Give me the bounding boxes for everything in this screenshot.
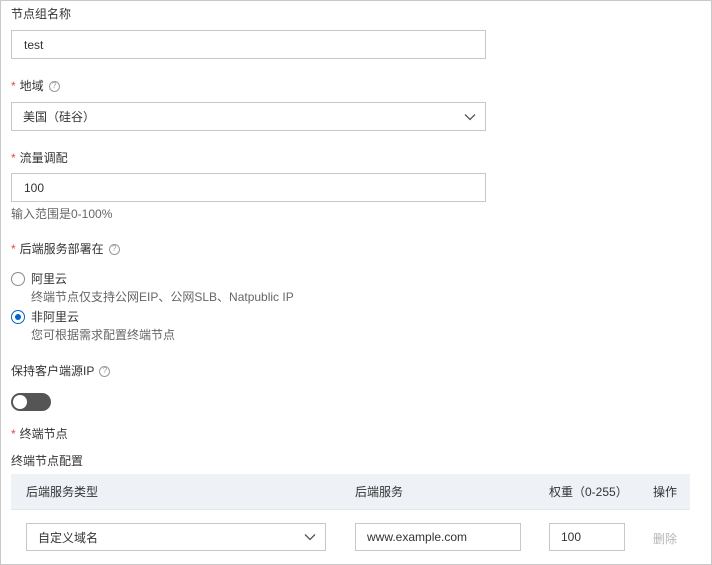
traffic-input[interactable] bbox=[11, 173, 486, 202]
backend-type-value: 自定义域名 bbox=[38, 530, 99, 545]
help-icon[interactable]: ? bbox=[108, 243, 120, 255]
endpoint-table-header: 后端服务类型 后端服务 权重（0-255） 操作 bbox=[11, 474, 690, 509]
endpoint-config-label: 终端节点配置 bbox=[11, 454, 84, 468]
help-icon[interactable]: ? bbox=[99, 365, 111, 377]
table-divider bbox=[11, 509, 690, 510]
backend-label: * 后端服务部署在 ? bbox=[11, 242, 120, 256]
help-icon[interactable]: ? bbox=[48, 80, 60, 92]
traffic-hint: 输入范围是0-100% bbox=[11, 207, 113, 221]
backend-service-input[interactable] bbox=[355, 523, 521, 551]
radio-button-aliyun[interactable] bbox=[11, 272, 25, 286]
keep-ip-toggle[interactable] bbox=[11, 393, 51, 411]
col-header-weight: 权重（0-255） bbox=[549, 485, 628, 499]
region-select[interactable]: 美国（硅谷） bbox=[11, 102, 486, 131]
endpoint-label: * 终端节点 bbox=[11, 427, 68, 441]
radio-title-aliyun: 阿里云 bbox=[31, 272, 68, 286]
required-mark: * bbox=[11, 151, 16, 165]
group-name-input[interactable] bbox=[11, 30, 486, 59]
radio-option-non-aliyun[interactable]: 非阿里云 您可根据需求配置终端节点 bbox=[11, 310, 175, 342]
group-name-label: 节点组名称 bbox=[11, 7, 72, 21]
backend-type-select[interactable]: 自定义域名 bbox=[26, 523, 326, 551]
chevron-down-icon bbox=[464, 113, 476, 120]
required-mark: * bbox=[11, 79, 16, 93]
region-select-value: 美国（硅谷） bbox=[23, 110, 96, 124]
radio-option-aliyun[interactable]: 阿里云 终端节点仅支持公网EIP、公网SLB、Natpublic IP bbox=[11, 272, 294, 304]
col-header-service: 后端服务 bbox=[355, 485, 404, 499]
delete-link[interactable]: 删除 bbox=[653, 530, 677, 547]
radio-button-non-aliyun[interactable] bbox=[11, 310, 25, 324]
required-mark: * bbox=[11, 427, 16, 441]
traffic-label: * 流量调配 bbox=[11, 151, 68, 165]
col-header-action: 操作 bbox=[653, 485, 678, 499]
weight-input[interactable] bbox=[549, 523, 625, 551]
region-label: * 地域 ? bbox=[11, 79, 60, 93]
keep-ip-label: 保持客户端源IP ? bbox=[11, 364, 111, 378]
radio-desc-non-aliyun: 您可根据需求配置终端节点 bbox=[31, 328, 176, 342]
radio-desc-aliyun: 终端节点仅支持公网EIP、公网SLB、Natpublic IP bbox=[31, 290, 294, 304]
required-mark: * bbox=[11, 242, 16, 256]
chevron-down-icon bbox=[304, 534, 316, 541]
radio-title-non-aliyun: 非阿里云 bbox=[31, 310, 80, 324]
col-header-type: 后端服务类型 bbox=[26, 485, 99, 499]
